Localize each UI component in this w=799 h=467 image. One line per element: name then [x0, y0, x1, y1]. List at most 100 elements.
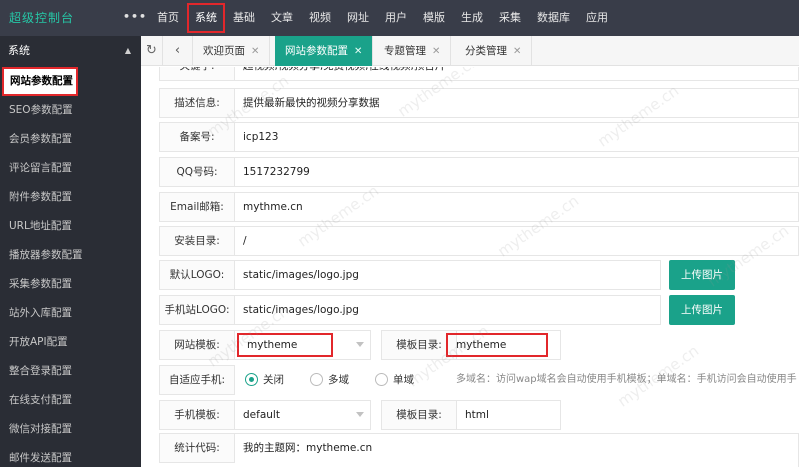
sidebar-item-api[interactable]: 开放API配置	[0, 328, 141, 357]
qq-label: QQ号码:	[159, 157, 235, 187]
radio-icon[interactable]	[375, 372, 388, 386]
mobile-logo-input[interactable]: static/images/logo.jpg	[235, 295, 661, 325]
radio-close[interactable]: 关闭	[245, 365, 284, 395]
tab-topics[interactable]: 专题管理 ✕	[374, 36, 452, 66]
close-icon[interactable]: ✕	[354, 46, 362, 57]
keywords-label: 关键字:	[159, 67, 235, 81]
icp-label: 备案号:	[159, 122, 235, 152]
description-label: 描述信息:	[159, 88, 235, 118]
upload-logo-button[interactable]: 上传图片	[669, 260, 735, 290]
mobile-adapt-label: 自适应手机:	[159, 365, 235, 395]
tab-categories[interactable]: 分类管理 ✕	[455, 36, 533, 66]
email-label: Email邮箱:	[159, 192, 235, 222]
tab-site-params[interactable]: 网站参数配置 ✕	[275, 36, 374, 66]
sidebar-item-comment[interactable]: 评论留言配置	[0, 154, 141, 183]
tab-label: 分类管理	[465, 45, 507, 57]
nav-item-generate[interactable]: 生成	[453, 0, 491, 36]
stats-code-row: 统计代码: 我的主题网：mytheme.cn	[159, 433, 799, 467]
tab-label: 网站参数配置	[285, 45, 348, 57]
logo-input[interactable]: static/images/logo.jpg	[235, 260, 661, 290]
mobile-adapt-hint: 多域名：访问wap域名会自动使用手机模板；单域名：手机访问会自动使用手	[456, 374, 797, 385]
template-dir-value[interactable]: mytheme	[446, 333, 548, 357]
brand-title: 超级控制台	[9, 11, 75, 25]
template-select-value[interactable]: mytheme	[237, 333, 333, 357]
template-row: 网站模板: mytheme 模板目录: mytheme	[159, 330, 799, 360]
mobile-template-label: 手机模板:	[159, 400, 235, 430]
sidebar-item-url[interactable]: URL地址配置	[0, 212, 141, 241]
keywords-input[interactable]: 超视频,视频分享,免费视频,在线视频,预告片	[235, 67, 799, 81]
description-input[interactable]: 提供最新最快的视频分享数据	[235, 88, 799, 118]
email-row: Email邮箱: mythme.cn	[159, 192, 799, 222]
chevron-left-icon[interactable]: ‹	[163, 36, 193, 66]
qq-input[interactable]: 1517232799	[235, 157, 799, 187]
nav-item-collect[interactable]: 采集	[491, 0, 529, 36]
close-icon[interactable]: ✕	[432, 46, 440, 57]
radio-icon[interactable]	[310, 372, 323, 386]
install-dir-row: 安装目录: /	[159, 226, 799, 256]
sidebar-item-payment[interactable]: 在线支付配置	[0, 386, 141, 415]
chevron-down-icon[interactable]	[356, 342, 364, 347]
sidebar-item-attachment[interactable]: 附件参数配置	[0, 183, 141, 212]
mobile-template-dir-label: 模板目录:	[381, 400, 457, 430]
keywords-row: 关键字: 超视频,视频分享,免费视频,在线视频,预告片	[159, 67, 799, 81]
sidebar: 系统 ▲ 网站参数配置 SEO参数配置 会员参数配置 评论留言配置 附件参数配置…	[0, 36, 141, 467]
tab-label: 专题管理	[384, 45, 426, 57]
logo-label: 默认LOGO:	[159, 260, 235, 290]
chevron-down-icon[interactable]	[356, 412, 364, 417]
top-nav: 首页 系统 基础 文章 视频 网址 用户 模版 生成 采集 数据库 应用	[149, 0, 616, 36]
close-icon[interactable]: ✕	[251, 46, 259, 57]
nav-item-home[interactable]: 首页	[149, 0, 187, 36]
nav-item-url[interactable]: 网址	[339, 0, 377, 36]
description-row: 描述信息: 提供最新最快的视频分享数据	[159, 88, 799, 118]
nav-item-user[interactable]: 用户	[377, 0, 415, 36]
nav-item-basic[interactable]: 基础	[225, 0, 263, 36]
refresh-icon[interactable]: ↻	[141, 36, 163, 66]
radio-close-label: 关闭	[263, 374, 284, 386]
install-dir-input[interactable]: /	[235, 226, 799, 256]
sidebar-item-player[interactable]: 播放器参数配置	[0, 241, 141, 270]
nav-item-database[interactable]: 数据库	[529, 0, 578, 36]
sidebar-section-header[interactable]: 系统 ▲	[0, 36, 141, 66]
sidebar-item-email[interactable]: 邮件发送配置	[0, 444, 141, 467]
radio-multi[interactable]: 多域	[310, 365, 349, 395]
stats-code-label: 统计代码:	[159, 433, 235, 463]
close-icon[interactable]: ✕	[513, 46, 521, 57]
nav-item-system[interactable]: 系统	[187, 3, 225, 33]
radio-multi-label: 多域	[328, 374, 349, 386]
mobile-template-select[interactable]: default	[235, 400, 371, 430]
top-bar: 超级控制台 ••• 首页 系统 基础 文章 视频 网址 用户 模版 生成 采集 …	[0, 0, 799, 36]
sidebar-item-collect[interactable]: 采集参数配置	[0, 270, 141, 299]
stats-code-textarea[interactable]: 我的主题网：mytheme.cn	[235, 433, 799, 467]
tabs-bar: ↻ ‹ 欢迎页面 ✕ 网站参数配置 ✕ 专题管理 ✕ 分类管理 ✕	[141, 36, 799, 66]
upload-mobile-logo-button[interactable]: 上传图片	[669, 295, 735, 325]
email-input[interactable]: mythme.cn	[235, 192, 799, 222]
tab-label: 欢迎页面	[203, 45, 245, 57]
mobile-adapt-row: 自适应手机: 关闭 多域 单域 多域名：访问wap域名会自动使用手机模板；单域名…	[159, 365, 799, 395]
mobile-logo-row: 手机站LOGO: static/images/logo.jpg 上传图片	[159, 295, 799, 325]
qq-row: QQ号码: 1517232799	[159, 157, 799, 187]
tab-welcome[interactable]: 欢迎页面 ✕	[193, 36, 271, 66]
sidebar-item-seo[interactable]: SEO参数配置	[0, 96, 141, 125]
nav-item-article[interactable]: 文章	[263, 0, 301, 36]
mobile-logo-label: 手机站LOGO:	[159, 295, 235, 325]
radio-single-label: 单域	[393, 374, 414, 386]
sidebar-item-wechat[interactable]: 微信对接配置	[0, 415, 141, 444]
nav-item-apps[interactable]: 应用	[578, 0, 616, 36]
nav-item-template[interactable]: 模版	[415, 0, 453, 36]
radio-single[interactable]: 单域	[375, 365, 414, 395]
sidebar-item-site-params[interactable]: 网站参数配置	[2, 67, 78, 96]
logo-row: 默认LOGO: static/images/logo.jpg 上传图片	[159, 260, 799, 290]
more-dots-icon[interactable]: •••	[123, 0, 147, 36]
icp-row: 备案号: icp123	[159, 122, 799, 152]
sidebar-item-import[interactable]: 站外入库配置	[0, 299, 141, 328]
nav-item-video[interactable]: 视频	[301, 0, 339, 36]
template-label: 网站模板:	[159, 330, 235, 360]
sidebar-item-login[interactable]: 整合登录配置	[0, 357, 141, 386]
radio-checked-icon[interactable]	[245, 372, 258, 386]
mobile-template-dir-input[interactable]: html	[457, 400, 561, 430]
sidebar-section-title: 系统	[8, 44, 30, 57]
install-dir-label: 安装目录:	[159, 226, 235, 256]
icp-input[interactable]: icp123	[235, 122, 799, 152]
sidebar-item-member[interactable]: 会员参数配置	[0, 125, 141, 154]
caret-up-icon: ▲	[124, 46, 131, 55]
